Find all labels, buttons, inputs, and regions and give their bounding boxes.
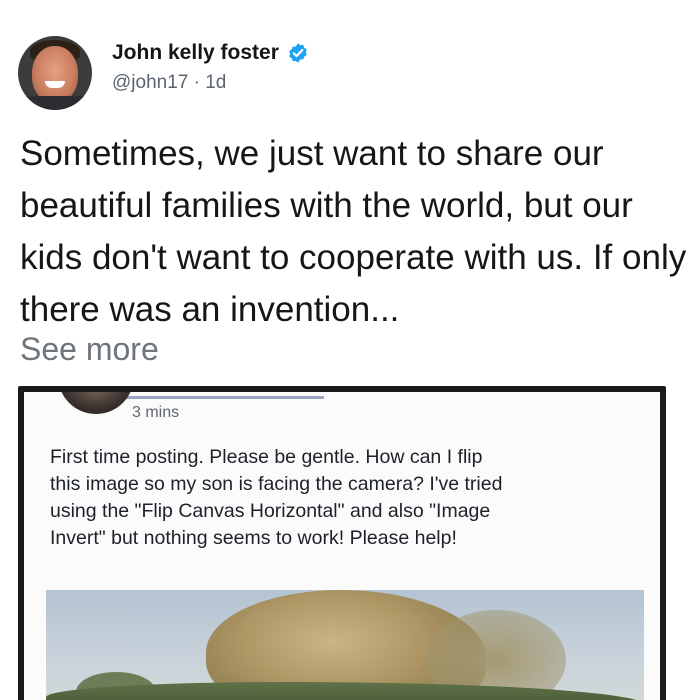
embedded-post-avatar xyxy=(58,392,134,414)
see-more-link[interactable]: See more xyxy=(20,326,159,372)
embedded-post-photo xyxy=(46,590,644,700)
name-row: John kelly foster xyxy=(112,40,309,66)
author-display-name[interactable]: John kelly foster xyxy=(112,41,279,65)
embedded-post-screenshot: 3 mins First time posting. Please be gen… xyxy=(24,392,660,700)
avatar-face xyxy=(32,46,78,102)
author-meta: @john17 · 1d xyxy=(112,72,309,94)
author-handle[interactable]: @john17 xyxy=(112,72,188,93)
verified-badge-icon xyxy=(289,43,307,63)
embedded-post-text: First time posting. Please be gentle. Ho… xyxy=(50,446,503,549)
author-info: John kelly foster @john17 · 1d xyxy=(112,40,309,94)
meta-separator: · xyxy=(193,72,206,93)
author-avatar[interactable] xyxy=(18,36,92,110)
tweet-media[interactable]: 3 mins First time posting. Please be gen… xyxy=(18,386,666,700)
embedded-divider xyxy=(124,396,324,399)
tweet-card: John kelly foster @john17 · 1d Sometimes… xyxy=(0,0,700,700)
tweet-text: Sometimes, we just want to share our bea… xyxy=(20,134,687,329)
embedded-post-time: 3 mins xyxy=(132,404,180,421)
tweet-header: John kelly foster @john17 · 1d xyxy=(18,36,309,110)
avatar-shirt xyxy=(18,96,92,110)
tweet-age[interactable]: 1d xyxy=(205,72,226,93)
